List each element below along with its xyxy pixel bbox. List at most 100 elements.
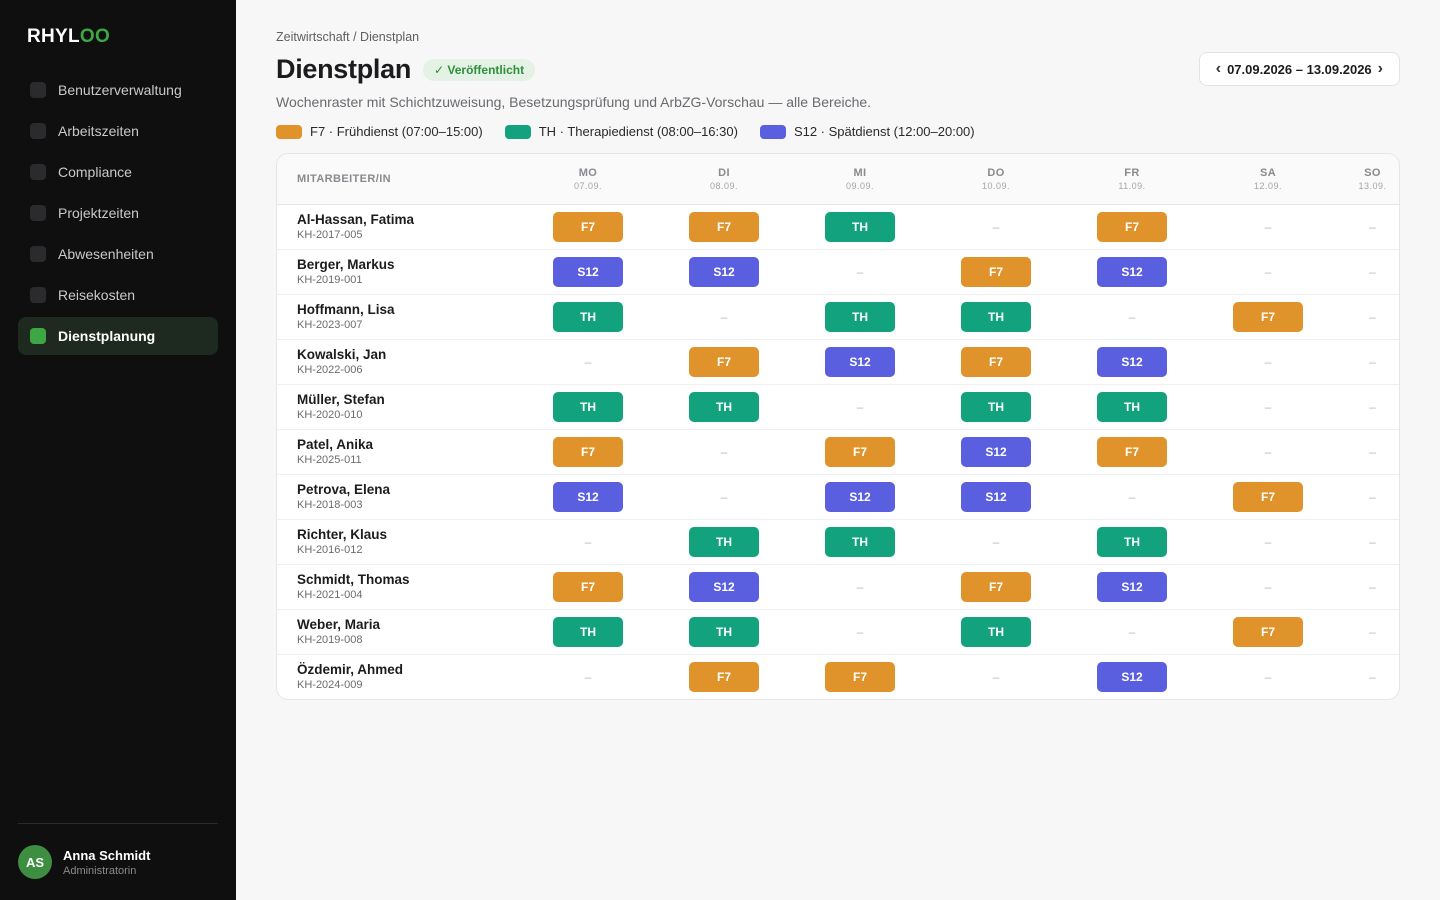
employee-cell[interactable]: Weber, Maria KH-2019-008	[277, 609, 520, 655]
shift-chip-th[interactable]: TH	[553, 301, 623, 332]
empty-slot[interactable]: –	[1369, 625, 1376, 639]
empty-slot[interactable]: –	[721, 490, 728, 504]
employee-cell[interactable]: Hoffmann, Lisa KH-2023-007	[277, 294, 520, 340]
app-logo[interactable]: RHYLOO	[27, 26, 218, 48]
shift-chip-th[interactable]: TH	[1097, 526, 1167, 557]
shift-chip-s12[interactable]: S12	[1097, 256, 1167, 287]
empty-slot[interactable]: –	[1369, 265, 1376, 279]
shift-chip-f7[interactable]: F7	[553, 211, 623, 242]
shift-chip-th[interactable]: TH	[961, 301, 1031, 332]
empty-slot[interactable]: –	[1265, 220, 1272, 234]
shift-chip-th[interactable]: TH	[689, 616, 759, 647]
shift-chip-f7[interactable]: F7	[1233, 616, 1303, 647]
shift-chip-f7[interactable]: F7	[689, 661, 759, 692]
empty-slot[interactable]: –	[1129, 310, 1136, 324]
user-profile[interactable]: AS Anna Schmidt Administratorin	[18, 823, 218, 900]
shift-chip-f7[interactable]: F7	[689, 211, 759, 242]
shift-chip-s12[interactable]: S12	[553, 256, 623, 287]
shift-chip-s12[interactable]: S12	[825, 346, 895, 377]
shift-chip-f7[interactable]: F7	[553, 571, 623, 602]
empty-slot[interactable]: –	[1369, 670, 1376, 684]
empty-slot[interactable]: –	[1369, 355, 1376, 369]
shift-chip-th[interactable]: TH	[553, 391, 623, 422]
shift-chip-s12[interactable]: S12	[553, 481, 623, 512]
empty-slot[interactable]: –	[857, 580, 864, 594]
employee-cell[interactable]: Petrova, Elena KH-2018-003	[277, 474, 520, 520]
sidebar-item-compliance[interactable]: Compliance	[18, 153, 218, 191]
shift-chip-th[interactable]: TH	[961, 616, 1031, 647]
empty-slot[interactable]: –	[1129, 625, 1136, 639]
empty-slot[interactable]: –	[993, 535, 1000, 549]
empty-slot[interactable]: –	[1369, 580, 1376, 594]
shift-chip-s12[interactable]: S12	[961, 436, 1031, 467]
shift-chip-s12[interactable]: S12	[1097, 571, 1167, 602]
shift-chip-f7[interactable]: F7	[1233, 301, 1303, 332]
shift-chip-f7[interactable]: F7	[961, 571, 1031, 602]
shift-chip-f7[interactable]: F7	[1097, 436, 1167, 467]
empty-slot[interactable]: –	[585, 355, 592, 369]
sidebar-item-arbeitszeiten[interactable]: Arbeitszeiten	[18, 112, 218, 150]
week-range[interactable]: 07.09.2026 – 13.09.2026	[1227, 62, 1372, 77]
employee-cell[interactable]: Al-Hassan, Fatima KH-2017-005	[277, 204, 520, 250]
shift-chip-f7[interactable]: F7	[961, 256, 1031, 287]
empty-slot[interactable]: –	[721, 310, 728, 324]
shift-chip-f7[interactable]: F7	[825, 436, 895, 467]
employee-cell[interactable]: Özdemir, Ahmed KH-2024-009	[277, 654, 520, 699]
empty-slot[interactable]: –	[857, 400, 864, 414]
empty-slot[interactable]: –	[585, 535, 592, 549]
empty-slot[interactable]: –	[1369, 535, 1376, 549]
breadcrumb[interactable]: Zeitwirtschaft / Dienstplan	[276, 30, 1400, 45]
shift-chip-th[interactable]: TH	[825, 526, 895, 557]
empty-slot[interactable]: –	[1129, 490, 1136, 504]
empty-slot[interactable]: –	[1265, 400, 1272, 414]
shift-chip-f7[interactable]: F7	[961, 346, 1031, 377]
sidebar-item-benutzerverwaltung[interactable]: Benutzerverwaltung	[18, 71, 218, 109]
shift-chip-s12[interactable]: S12	[689, 571, 759, 602]
empty-slot[interactable]: –	[857, 625, 864, 639]
empty-slot[interactable]: –	[1369, 490, 1376, 504]
sidebar-item-abwesenheiten[interactable]: Abwesenheiten	[18, 235, 218, 273]
chevron-right-icon[interactable]: ›	[1372, 60, 1389, 78]
shift-chip-th[interactable]: TH	[825, 301, 895, 332]
shift-chip-th[interactable]: TH	[825, 211, 895, 242]
shift-chip-s12[interactable]: S12	[825, 481, 895, 512]
employee-cell[interactable]: Müller, Stefan KH-2020-010	[277, 384, 520, 430]
employee-cell[interactable]: Berger, Markus KH-2019-001	[277, 249, 520, 295]
shift-chip-f7[interactable]: F7	[689, 346, 759, 377]
employee-cell[interactable]: Patel, Anika KH-2025-011	[277, 429, 520, 475]
empty-slot[interactable]: –	[1265, 445, 1272, 459]
sidebar-item-projektzeiten[interactable]: Projektzeiten	[18, 194, 218, 232]
shift-chip-f7[interactable]: F7	[1233, 481, 1303, 512]
empty-slot[interactable]: –	[1265, 535, 1272, 549]
empty-slot[interactable]: –	[1265, 265, 1272, 279]
empty-slot[interactable]: –	[585, 670, 592, 684]
shift-chip-s12[interactable]: S12	[1097, 661, 1167, 692]
shift-chip-th[interactable]: TH	[553, 616, 623, 647]
employee-cell[interactable]: Richter, Klaus KH-2016-012	[277, 519, 520, 565]
shift-chip-s12[interactable]: S12	[689, 256, 759, 287]
shift-chip-th[interactable]: TH	[1097, 391, 1167, 422]
shift-chip-f7[interactable]: F7	[825, 661, 895, 692]
employee-cell[interactable]: Kowalski, Jan KH-2022-006	[277, 339, 520, 385]
empty-slot[interactable]: –	[1265, 580, 1272, 594]
shift-chip-s12[interactable]: S12	[961, 481, 1031, 512]
shift-chip-f7[interactable]: F7	[553, 436, 623, 467]
empty-slot[interactable]: –	[721, 445, 728, 459]
chevron-left-icon[interactable]: ‹	[1210, 60, 1227, 78]
empty-slot[interactable]: –	[1369, 445, 1376, 459]
shift-chip-s12[interactable]: S12	[1097, 346, 1167, 377]
shift-chip-f7[interactable]: F7	[1097, 211, 1167, 242]
empty-slot[interactable]: –	[1369, 400, 1376, 414]
empty-slot[interactable]: –	[1369, 310, 1376, 324]
shift-chip-th[interactable]: TH	[689, 526, 759, 557]
sidebar-item-dienstplanung[interactable]: Dienstplanung	[18, 317, 218, 355]
sidebar-item-reisekosten[interactable]: Reisekosten	[18, 276, 218, 314]
empty-slot[interactable]: –	[1369, 220, 1376, 234]
employee-cell[interactable]: Schmidt, Thomas KH-2021-004	[277, 564, 520, 610]
empty-slot[interactable]: –	[993, 670, 1000, 684]
empty-slot[interactable]: –	[993, 220, 1000, 234]
empty-slot[interactable]: –	[1265, 355, 1272, 369]
empty-slot[interactable]: –	[857, 265, 864, 279]
empty-slot[interactable]: –	[1265, 670, 1272, 684]
shift-chip-th[interactable]: TH	[689, 391, 759, 422]
